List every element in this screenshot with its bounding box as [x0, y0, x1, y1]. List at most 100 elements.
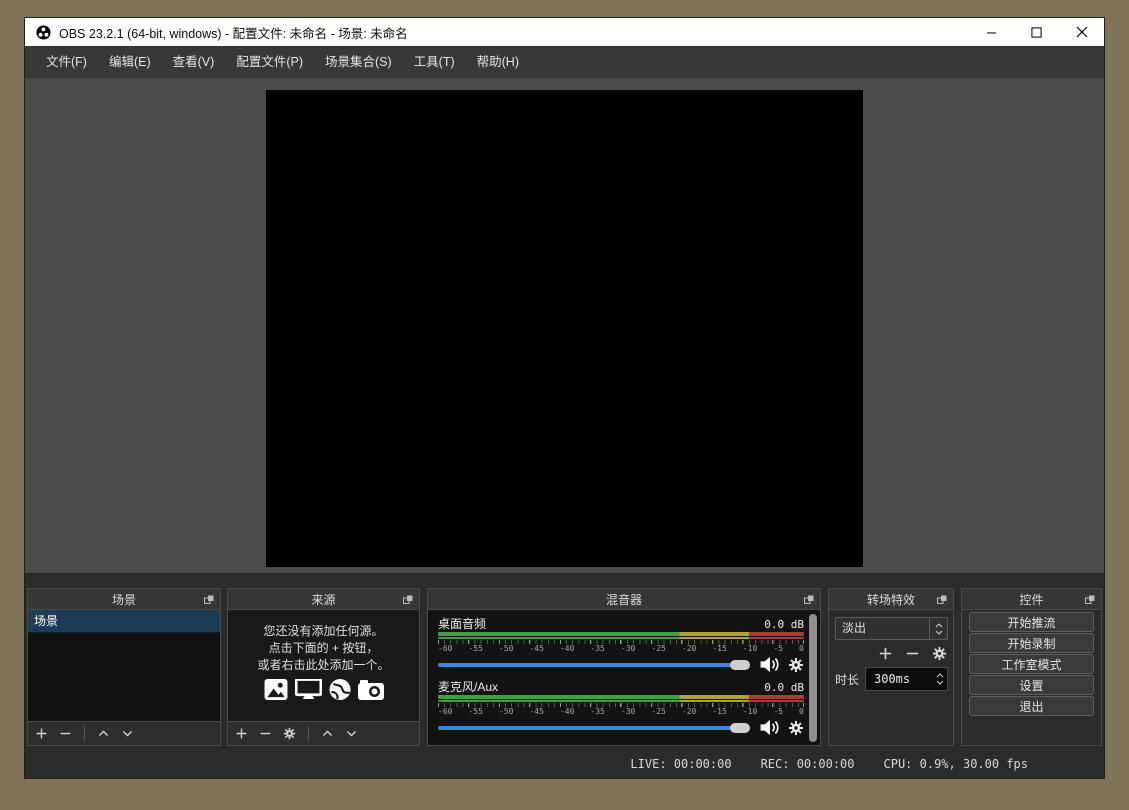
float-panel-icon[interactable]: [1085, 595, 1095, 605]
channel-settings-gear-icon[interactable]: [788, 720, 804, 736]
start-recording-button[interactable]: 开始录制: [969, 633, 1094, 653]
controls-panel-header[interactable]: 控件: [961, 588, 1102, 610]
transition-select-spinner[interactable]: [929, 618, 947, 639]
transition-select[interactable]: 淡出: [835, 617, 948, 640]
close-button[interactable]: [1059, 18, 1104, 46]
camera-source-icon: [358, 680, 384, 700]
menu-help[interactable]: 帮助(H): [466, 46, 530, 78]
studio-mode-button[interactable]: 工作室模式: [969, 654, 1094, 674]
toolbar-separator: [84, 726, 85, 741]
meter-scale-labels: -60-55-50-45-40-35-30-25-20-15-10-50: [438, 707, 804, 716]
scenes-panel-header[interactable]: 场景: [27, 588, 221, 610]
remove-scene-icon[interactable]: [59, 727, 72, 740]
maximize-icon: [1031, 27, 1042, 38]
volume-meter: -60-55-50-45-40-35-30-25-20-15-10-50: [438, 632, 804, 653]
float-panel-icon[interactable]: [937, 595, 947, 605]
obs-logo-icon: [36, 25, 51, 40]
add-scene-icon[interactable]: [35, 727, 48, 740]
sources-empty-line3: 或者右击此处添加一个。: [228, 657, 419, 674]
transitions-panel-header[interactable]: 转场特效: [828, 588, 954, 610]
transitions-body: 淡出 时长 300ms: [828, 610, 954, 746]
duration-spinner[interactable]: [933, 668, 947, 690]
volume-slider[interactable]: [438, 722, 750, 734]
menu-profile[interactable]: 配置文件(P): [225, 46, 314, 78]
menu-scene-collection[interactable]: 场景集合(S): [314, 46, 403, 78]
image-source-icon: [264, 679, 288, 700]
sources-empty-hint: 您还没有添加任何源。 点击下面的 + 按钮， 或者右击此处添加一个。: [228, 623, 419, 674]
minimize-button[interactable]: [969, 18, 1014, 46]
float-panel-icon[interactable]: [403, 595, 413, 605]
start-streaming-button[interactable]: 开始推流: [969, 612, 1094, 632]
mixer-panel-header[interactable]: 混音器: [427, 588, 821, 610]
title-bar[interactable]: OBS 23.2.1 (64-bit, windows) - 配置文件: 未命名…: [25, 18, 1104, 46]
menu-edit[interactable]: 编辑(E): [98, 46, 162, 78]
sources-panel-title: 来源: [311, 591, 335, 608]
scene-list[interactable]: 场景: [27, 610, 221, 746]
mute-speaker-icon[interactable]: [759, 719, 780, 736]
volume-slider-handle[interactable]: [730, 660, 750, 670]
chevron-up-icon: [935, 623, 943, 628]
move-source-up-icon[interactable]: [321, 727, 334, 740]
controls-panel: 控件 开始推流 开始录制 工作室模式 设置 退出: [961, 588, 1102, 746]
mixer-scrollbar[interactable]: [809, 614, 817, 742]
settings-button[interactable]: 设置: [969, 675, 1094, 695]
transition-properties-gear-icon[interactable]: [932, 646, 947, 661]
mixer-channel-mic-aux: 麦克风/Aux 0.0 dB -60-55-50-45-40-35-30-25-…: [438, 678, 804, 736]
mixer-channel-desktop-audio: 桌面音频 0.0 dB -60-55-50-45-40-35-30-25-20-…: [438, 615, 804, 673]
dock-area: 场景 场景 来源 您还没有添加任: [25, 573, 1104, 778]
exit-button[interactable]: 退出: [969, 696, 1094, 716]
status-bar: LIVE: 00:00:00 REC: 00:00:00 CPU: 0.9%, …: [25, 754, 1104, 774]
float-panel-icon[interactable]: [204, 595, 214, 605]
mute-speaker-icon[interactable]: [759, 656, 780, 673]
move-scene-down-icon[interactable]: [121, 727, 134, 740]
channel-level-value: 0.0 dB: [764, 618, 804, 631]
maximize-button[interactable]: [1014, 18, 1059, 46]
move-source-down-icon[interactable]: [345, 727, 358, 740]
program-canvas[interactable]: [266, 90, 863, 567]
minimize-icon: [986, 27, 997, 38]
menu-file[interactable]: 文件(F): [35, 46, 98, 78]
sources-empty-line1: 您还没有添加任何源。: [228, 623, 419, 640]
mixer-panel-title: 混音器: [606, 591, 642, 608]
preview-area[interactable]: [25, 78, 1104, 573]
channel-level-value: 0.0 dB: [764, 681, 804, 694]
scene-list-item[interactable]: 场景: [28, 610, 220, 633]
live-time: LIVE: 00:00:00: [630, 757, 731, 771]
source-type-icons: [228, 679, 419, 700]
channel-name: 桌面音频: [438, 615, 486, 632]
close-icon: [1076, 26, 1088, 38]
remove-source-icon[interactable]: [259, 727, 272, 740]
source-properties-gear-icon[interactable]: [283, 727, 296, 740]
sources-panel: 来源 您还没有添加任何源。 点击下面的 + 按钮， 或者右击此处添加一个。: [227, 588, 420, 746]
mixer-panel: 混音器 桌面音频 0.0 dB -60-55-50-45-40-35-30-25…: [427, 588, 821, 746]
menu-view[interactable]: 查看(V): [162, 46, 226, 78]
move-scene-up-icon[interactable]: [97, 727, 110, 740]
menu-bar: 文件(F) 编辑(E) 查看(V) 配置文件(P) 场景集合(S) 工具(T) …: [25, 46, 1104, 78]
add-source-icon[interactable]: [235, 727, 248, 740]
duration-input[interactable]: 300ms: [865, 667, 948, 691]
scenes-toolbar: [28, 721, 220, 745]
toolbar-separator: [308, 726, 309, 741]
volume-slider-handle[interactable]: [730, 723, 750, 733]
scenes-panel-title: 场景: [112, 591, 136, 608]
duration-label: 时长: [835, 668, 859, 692]
duration-value: 300ms: [866, 668, 933, 690]
sources-empty-line2: 点击下面的 + 按钮，: [228, 640, 419, 657]
remove-transition-icon[interactable]: [905, 646, 920, 661]
volume-meter: -60-55-50-45-40-35-30-25-20-15-10-50: [438, 695, 804, 716]
controls-panel-title: 控件: [1019, 591, 1043, 608]
channel-settings-gear-icon[interactable]: [788, 657, 804, 673]
controls-body: 开始推流 开始录制 工作室模式 设置 退出: [961, 610, 1102, 746]
display-source-icon: [295, 679, 322, 700]
menu-tools[interactable]: 工具(T): [403, 46, 466, 78]
volume-slider[interactable]: [438, 659, 750, 671]
meter-scale-labels: -60-55-50-45-40-35-30-25-20-15-10-50: [438, 644, 804, 653]
browser-source-icon: [329, 679, 351, 700]
source-list[interactable]: 您还没有添加任何源。 点击下面的 + 按钮， 或者右击此处添加一个。: [227, 610, 420, 746]
sources-panel-header[interactable]: 来源: [227, 588, 420, 610]
add-transition-icon[interactable]: [878, 646, 893, 661]
window-title: OBS 23.2.1 (64-bit, windows) - 配置文件: 未命名…: [59, 23, 408, 42]
float-panel-icon[interactable]: [804, 595, 814, 605]
scenes-panel: 场景 场景: [27, 588, 221, 746]
chevron-down-icon: [935, 630, 943, 635]
